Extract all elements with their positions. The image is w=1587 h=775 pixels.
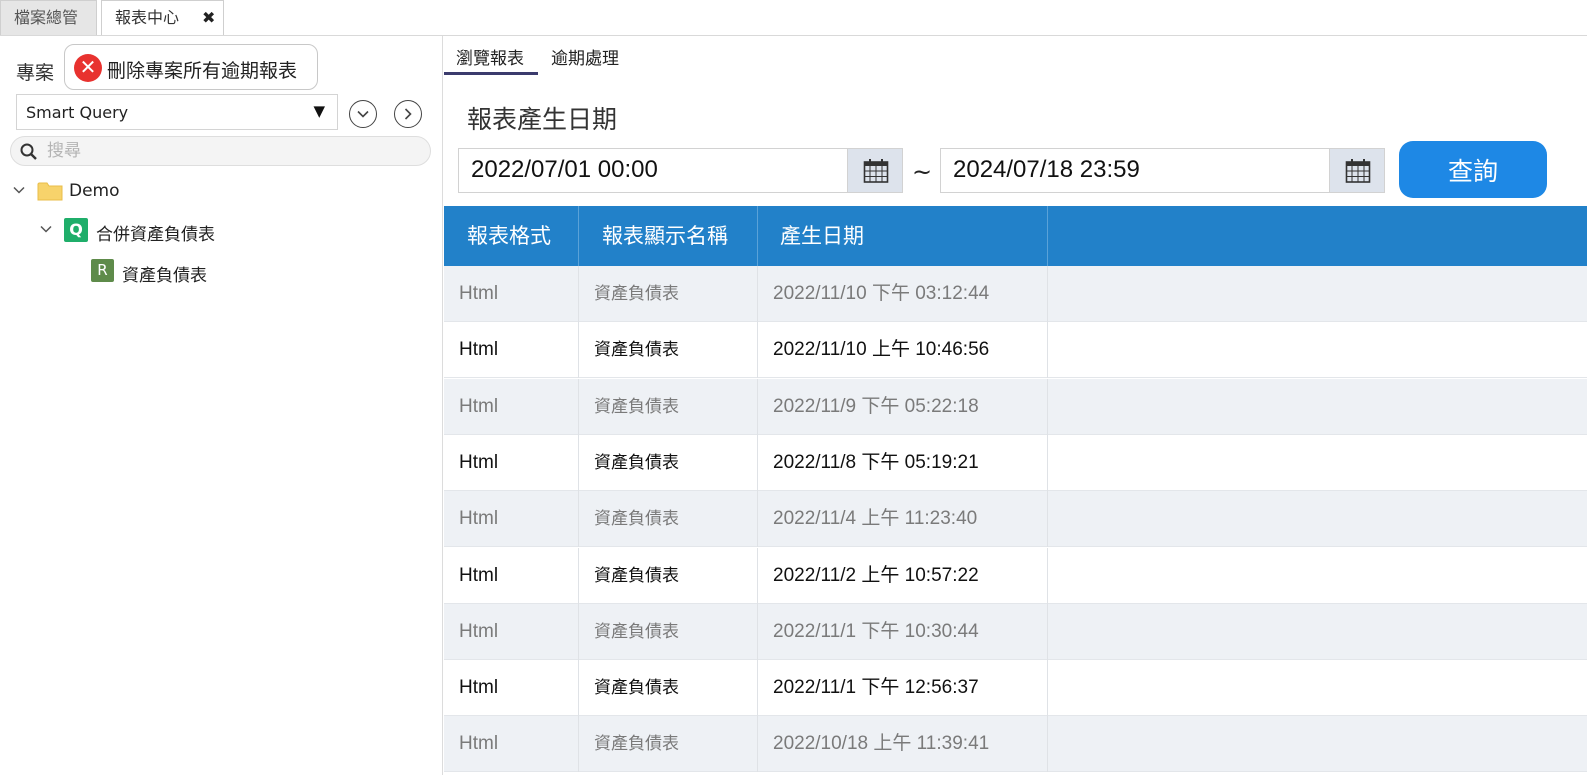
cell-name: 資產負債表 [579, 547, 758, 604]
cell-date: 2022/11/8 下午 05:19:21 [758, 434, 1048, 491]
column-header-format[interactable]: 報表格式 [444, 206, 579, 266]
report-badge-icon: R [91, 259, 114, 282]
top-tab-bar: 檔案總管 報表中心 ✖ [0, 0, 1587, 36]
cell-date: 2022/11/2 上午 10:57:22 [758, 547, 1048, 604]
cell-name: 資產負債表 [579, 378, 758, 435]
date-to-value: 2024/07/18 23:59 [953, 156, 1140, 183]
cell-name: 資產負債表 [579, 322, 758, 379]
table-row[interactable]: Html 資產負債表 2022/11/10 下午 03:12:44 [444, 266, 1587, 322]
table-row[interactable]: Html 資產負債表 2022/11/4 上午 11:23:40 [444, 491, 1587, 548]
tree-node-demo[interactable]: Demo [10, 179, 310, 205]
expand-all-button[interactable] [349, 100, 377, 128]
tab-expired-handling[interactable]: 逾期處理 [551, 44, 619, 69]
close-icon[interactable]: ✖ [202, 1, 215, 35]
cell-empty [1048, 379, 1587, 435]
table-row[interactable]: Html 資產負債表 2022/11/1 下午 10:30:44 [444, 603, 1587, 660]
project-label: 專案 [16, 62, 55, 84]
next-button[interactable] [394, 100, 422, 128]
range-separator: ~ [912, 158, 933, 186]
tree-label: Demo [69, 181, 120, 201]
cell-format: Html [444, 716, 579, 773]
table-row[interactable]: Html 資產負債表 2022/11/8 下午 05:19:21 [444, 434, 1587, 491]
table-row[interactable]: Html 資產負債表 2022/11/2 上午 10:57:22 [444, 547, 1587, 604]
tab-label: 檔案總管 [14, 8, 79, 27]
delete-circle-icon: ✕ [74, 54, 102, 82]
cell-name: 資產負債表 [579, 434, 758, 491]
table-row[interactable]: Html 資產負債表 2022/11/10 上午 10:46:56 [444, 322, 1587, 379]
date-from-value: 2022/07/01 00:00 [471, 156, 658, 183]
search-box [10, 136, 431, 166]
caret-down-icon: ▼ [313, 102, 325, 120]
cell-format: Html [444, 266, 579, 322]
tree-node-query[interactable]: Q 合併資產負債表 [37, 218, 337, 245]
cell-date: 2022/11/10 下午 03:12:44 [758, 266, 1048, 322]
cell-empty [1048, 435, 1587, 491]
date-to-calendar-button[interactable] [1329, 149, 1384, 192]
folder-icon [37, 182, 63, 201]
right-panel: 瀏覽報表 逾期處理 報表產生日期 2022/07/01 00:00 ~ 2024… [444, 36, 1587, 775]
cell-empty [1048, 716, 1587, 772]
active-tab-indicator [444, 72, 538, 75]
tab-browse-reports[interactable]: 瀏覽報表 [456, 44, 524, 69]
section-title: 報表產生日期 [467, 105, 618, 134]
cell-date: 2022/11/10 上午 10:46:56 [758, 322, 1048, 379]
project-select[interactable]: Smart Query ▼ [16, 94, 338, 130]
tree-node-report[interactable]: R 資產負債表 [90, 259, 390, 286]
cell-name: 資產負債表 [579, 716, 758, 773]
cell-empty [1048, 266, 1587, 322]
cell-format: Html [444, 322, 579, 379]
search-icon [20, 143, 37, 160]
table-row[interactable]: Html 資產負債表 2022/11/9 下午 05:22:18 [444, 378, 1587, 435]
cell-empty [1048, 604, 1587, 660]
cell-format: Html [444, 547, 579, 604]
chevron-down-icon[interactable] [39, 222, 53, 236]
column-header-name[interactable]: 報表顯示名稱 [579, 206, 758, 266]
tree-label: 合併資產負債表 [96, 225, 215, 245]
tab-file-explorer[interactable]: 檔案總管 [0, 0, 97, 35]
table-row[interactable]: Html 資產負債表 2022/10/18 上午 11:39:41 [444, 716, 1587, 773]
cell-name: 資產負債表 [579, 660, 758, 717]
query-button[interactable]: 查詢 [1399, 141, 1547, 198]
table-header: 報表格式 報表顯示名稱 產生日期 [444, 206, 1587, 266]
cell-format: Html [444, 603, 579, 660]
tab-label: 報表中心 [115, 8, 180, 27]
cell-empty [1048, 491, 1587, 547]
chevron-down-icon [357, 110, 369, 118]
delete-button-label: 刪除專案所有逾期報表 [107, 60, 298, 82]
left-panel: 專案 ✕ 刪除專案所有逾期報表 Smart Query ▼ Demo [0, 36, 443, 775]
cell-format: Html [444, 434, 579, 491]
date-from-field[interactable]: 2022/07/01 00:00 [458, 148, 903, 193]
cell-empty [1048, 548, 1587, 604]
search-input[interactable] [47, 139, 417, 163]
cell-format: Html [444, 660, 579, 717]
cell-date: 2022/11/9 下午 05:22:18 [758, 378, 1048, 435]
chevron-right-icon [404, 108, 412, 120]
cell-name: 資產負債表 [579, 603, 758, 660]
column-header-empty [1048, 206, 1587, 266]
cell-format: Html [444, 378, 579, 435]
cell-format: Html [444, 491, 579, 548]
delete-expired-reports-button[interactable]: ✕ 刪除專案所有逾期報表 [64, 44, 318, 90]
date-from-calendar-button[interactable] [847, 149, 902, 192]
cell-date: 2022/10/18 上午 11:39:41 [758, 716, 1048, 773]
cell-empty [1048, 322, 1587, 378]
table-row[interactable]: Html 資產負債表 2022/11/1 下午 12:56:37 [444, 660, 1587, 717]
calendar-icon [1345, 159, 1371, 183]
chevron-down-icon[interactable] [12, 183, 26, 197]
cell-empty [1048, 660, 1587, 716]
cell-date: 2022/11/4 上午 11:23:40 [758, 491, 1048, 548]
cell-name: 資產負債表 [579, 491, 758, 548]
calendar-icon [863, 159, 889, 183]
column-header-date[interactable]: 產生日期 [758, 206, 1048, 266]
tab-report-center[interactable]: 報表中心 ✖ [101, 0, 224, 35]
cell-date: 2022/11/1 下午 12:56:37 [758, 660, 1048, 717]
tree-label: 資產負債表 [122, 266, 207, 286]
cell-name: 資產負債表 [579, 266, 758, 322]
query-badge-icon: Q [64, 218, 88, 242]
cell-date: 2022/11/1 下午 10:30:44 [758, 603, 1048, 660]
project-select-value: Smart Query [26, 103, 129, 122]
date-to-field[interactable]: 2024/07/18 23:59 [940, 148, 1385, 193]
